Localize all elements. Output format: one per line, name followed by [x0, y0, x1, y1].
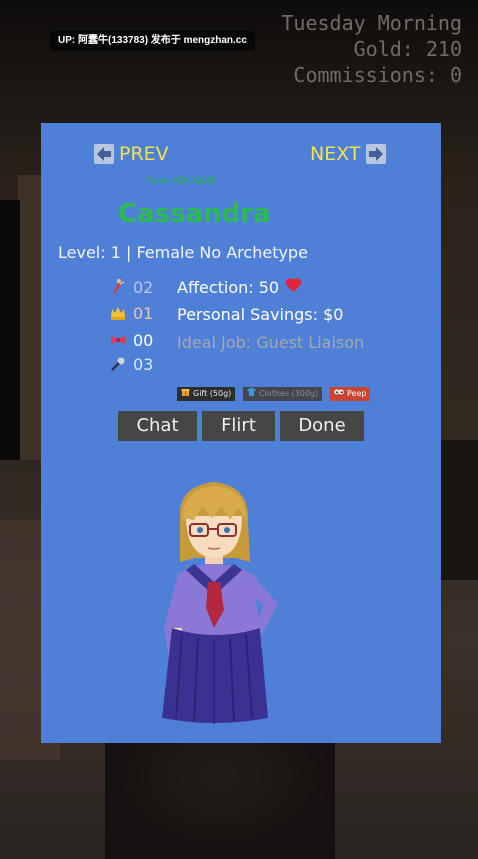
- watermark: UP: 阿蠢牛(133783) 发布于 mengzhan.cc: [50, 31, 255, 51]
- microphone-icon: [109, 355, 127, 373]
- stat-dance: 02: [109, 277, 153, 297]
- gift-icon: [181, 387, 190, 401]
- heart-icon: [285, 277, 302, 297]
- chair: [441, 440, 478, 580]
- prev-label: PREV: [119, 143, 169, 165]
- status-hud: Tuesday Morning Gold: 210 Commissions: 0: [281, 10, 462, 88]
- recruit-tag: Rare RECRUIT: [146, 176, 216, 187]
- savings-label: Personal Savings: $0: [177, 305, 344, 324]
- ideal-job-label: Ideal Job: Guest Liaison: [177, 333, 365, 352]
- peep-label: Peep: [347, 389, 367, 398]
- stat-dance-value: 02: [133, 277, 154, 297]
- gift-label: Gift (50g): [193, 389, 232, 398]
- stat-style: 00: [109, 330, 153, 350]
- level-line: Level: 1 | Female No Archetype: [58, 243, 308, 262]
- stat-voice: 03: [109, 354, 153, 374]
- bow-icon: [109, 331, 127, 349]
- commissions-label: Commissions: 0: [293, 63, 462, 87]
- affection-row: Affection: 50: [177, 277, 302, 297]
- table: [105, 740, 335, 859]
- dancer-icon: [109, 278, 127, 296]
- affection-label: Affection: 50: [177, 277, 280, 297]
- crown-icon: [109, 304, 127, 322]
- next-button[interactable]: NEXT: [310, 143, 386, 165]
- done-button[interactable]: Done: [280, 411, 364, 441]
- arrow-right-icon: [365, 144, 386, 164]
- prev-button[interactable]: PREV: [94, 143, 169, 165]
- stat-voice-value: 03: [133, 354, 154, 374]
- stat-charm-value: 01: [133, 303, 154, 323]
- door-frame: [18, 175, 42, 475]
- flirt-button[interactable]: Flirt: [202, 411, 275, 441]
- gold-label: Gold: 210: [353, 37, 462, 61]
- next-label: NEXT: [310, 143, 361, 165]
- character-name: Cassandra: [118, 199, 271, 229]
- chat-button[interactable]: Chat: [118, 411, 197, 441]
- shirt-icon: [247, 387, 256, 401]
- stat-charm: 01: [109, 303, 153, 323]
- clothes-button[interactable]: Clothes (300g): [243, 387, 323, 401]
- stat-style-value: 00: [133, 330, 154, 350]
- eyes-icon: [334, 387, 344, 401]
- clothes-label: Clothes (300g): [259, 389, 319, 398]
- peep-button[interactable]: Peep: [330, 387, 371, 401]
- doorway: [0, 200, 20, 460]
- arrow-left-icon: [94, 144, 114, 164]
- character-portrait: [150, 478, 310, 724]
- gift-button[interactable]: Gift (50g): [177, 387, 236, 401]
- day-time-label: Tuesday Morning: [281, 11, 462, 35]
